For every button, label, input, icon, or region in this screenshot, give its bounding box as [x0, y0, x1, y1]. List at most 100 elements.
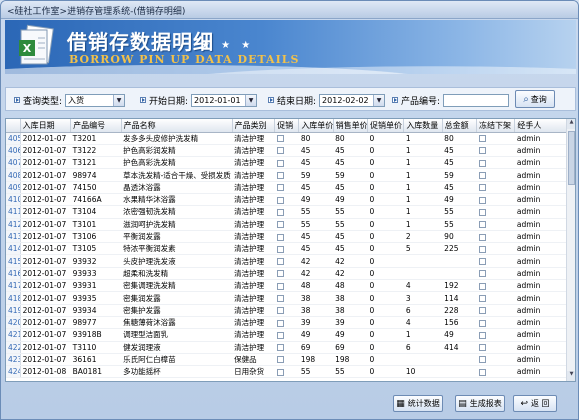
checkbox[interactable]: [478, 307, 486, 315]
chevron-down-icon[interactable]: ▼: [373, 94, 385, 106]
table-row[interactable]: 4112012-01-07T3104浓密强韧洗发精清洁护理55550155adm…: [6, 205, 570, 219]
table-row[interactable]: 4102012-01-0774166A水果精华沐浴露清洁护理49490149ad…: [6, 193, 570, 207]
column-header[interactable]: 产品类别: [232, 119, 276, 133]
report-button[interactable]: ▤ 生成报表: [455, 395, 505, 412]
frozen-checkbox-cell[interactable]: [476, 353, 515, 367]
promo-checkbox-cell[interactable]: [274, 168, 299, 182]
frozen-checkbox-cell[interactable]: [476, 218, 515, 231]
promo-checkbox-cell[interactable]: [274, 353, 299, 367]
checkbox[interactable]: [276, 184, 284, 192]
checkbox[interactable]: [478, 282, 486, 290]
promo-checkbox-cell[interactable]: [274, 218, 299, 231]
scroll-thumb[interactable]: [568, 131, 575, 185]
checkbox[interactable]: [478, 319, 486, 327]
checkbox[interactable]: [276, 295, 284, 302]
checkbox[interactable]: [276, 319, 284, 327]
checkbox[interactable]: [276, 147, 284, 155]
checkbox[interactable]: [276, 270, 284, 278]
column-header[interactable]: 入库数量: [403, 119, 443, 133]
checkbox[interactable]: [478, 147, 486, 155]
scroll-down-icon[interactable]: ▼: [567, 371, 575, 381]
table-row[interactable]: 4192012-01-0793934密集护发露清洁护理383806228admi…: [6, 304, 570, 317]
checkbox[interactable]: [276, 233, 284, 241]
promo-checkbox-cell[interactable]: [274, 144, 299, 158]
table-row[interactable]: 4082012-01-0798974草本洗发精-适合干燥、受损发质清洁护理595…: [6, 168, 570, 182]
frozen-checkbox-cell[interactable]: [476, 230, 515, 244]
start-date-picker[interactable]: 2012-01-01 ▼: [191, 93, 258, 107]
frozen-checkbox-cell[interactable]: [476, 365, 515, 379]
frozen-checkbox-cell[interactable]: [476, 291, 515, 305]
checkbox[interactable]: [276, 208, 284, 216]
promo-checkbox-cell[interactable]: [274, 193, 299, 207]
table-row[interactable]: 4232012-01-0736161乐氏阿仁白樟苗保健品1981980admin: [6, 353, 570, 367]
table-row[interactable]: 4172012-01-0793931密集调理洗发精清洁护理484804192ad…: [6, 279, 570, 293]
chevron-down-icon[interactable]: ▼: [245, 94, 257, 106]
frozen-checkbox-cell[interactable]: [476, 156, 515, 170]
promo-checkbox-cell[interactable]: [274, 132, 299, 145]
checkbox[interactable]: [478, 135, 486, 143]
checkbox[interactable]: [478, 221, 486, 229]
column-header[interactable]: 产品编号: [70, 119, 122, 133]
checkbox[interactable]: [478, 344, 486, 352]
promo-checkbox-cell[interactable]: [274, 181, 299, 194]
vertical-scrollbar[interactable]: ▲ ▼: [566, 119, 575, 381]
column-header[interactable]: 冻结下架: [476, 119, 516, 133]
scroll-up-icon[interactable]: ▲: [567, 119, 575, 129]
checkbox[interactable]: [478, 258, 486, 266]
frozen-checkbox-cell[interactable]: [476, 168, 515, 182]
checkbox[interactable]: [478, 159, 486, 167]
checkbox[interactable]: [276, 331, 284, 339]
promo-checkbox-cell[interactable]: [274, 205, 299, 219]
column-header[interactable]: 促销单价: [367, 119, 405, 133]
row-selector-header[interactable]: [6, 119, 21, 133]
column-header[interactable]: 入库日期: [20, 119, 72, 133]
checkbox[interactable]: [478, 356, 486, 364]
back-button[interactable]: ↩ 返 回: [513, 395, 557, 412]
table-row[interactable]: 4212012-01-0793918B调理型洁面乳清洁护理49490149adm…: [6, 328, 570, 342]
end-date-picker[interactable]: 2012-02-02 ▼: [319, 93, 386, 107]
checkbox[interactable]: [478, 184, 486, 192]
table-row[interactable]: 4242012-01-08BA0181多功能摇杯日用杂货5555010admin: [6, 365, 570, 379]
checkbox[interactable]: [276, 196, 284, 204]
frozen-checkbox-cell[interactable]: [476, 328, 515, 342]
table-row[interactable]: 4182012-01-0793935密集润发露清洁护理383803114admi…: [6, 291, 570, 305]
frozen-checkbox-cell[interactable]: [476, 242, 515, 256]
column-header[interactable]: 入库单价: [298, 119, 334, 133]
checkbox[interactable]: [478, 331, 486, 339]
frozen-checkbox-cell[interactable]: [476, 205, 515, 219]
frozen-checkbox-cell[interactable]: [476, 267, 515, 281]
checkbox[interactable]: [478, 196, 486, 204]
table-row[interactable]: 4202012-01-0798977焦糖薄荷沐浴露清洁护理393904156ad…: [6, 316, 570, 330]
checkbox[interactable]: [276, 245, 284, 253]
table-row[interactable]: 4142012-01-07T3105特浓平衡润发素清洁护理454505225ad…: [6, 242, 570, 256]
product-code-input[interactable]: [443, 93, 510, 107]
frozen-checkbox-cell[interactable]: [476, 144, 515, 158]
promo-checkbox-cell[interactable]: [274, 316, 299, 330]
checkbox[interactable]: [478, 270, 486, 278]
promo-checkbox-cell[interactable]: [274, 328, 299, 342]
promo-checkbox-cell[interactable]: [274, 254, 299, 268]
stats-button[interactable]: ▦ 统计数据: [393, 395, 443, 412]
checkbox[interactable]: [478, 233, 486, 241]
checkbox[interactable]: [478, 245, 486, 253]
table-row[interactable]: 4092012-01-0774150晶透沐浴露清洁护理45450145admin: [6, 181, 570, 194]
column-header[interactable]: 总金额: [442, 119, 478, 133]
frozen-checkbox-cell[interactable]: [476, 279, 515, 293]
checkbox[interactable]: [276, 307, 284, 315]
frozen-checkbox-cell[interactable]: [476, 341, 515, 354]
table-row[interactable]: 4072012-01-07T3121护色高彩洗发精清洁护理45450145adm…: [6, 156, 570, 170]
column-header[interactable]: 销售单价: [333, 119, 368, 133]
promo-checkbox-cell[interactable]: [274, 230, 299, 244]
checkbox[interactable]: [276, 159, 284, 167]
frozen-checkbox-cell[interactable]: [476, 316, 515, 330]
checkbox[interactable]: [478, 208, 486, 216]
checkbox[interactable]: [276, 135, 284, 143]
checkbox[interactable]: [478, 295, 486, 302]
table-row[interactable]: 4162012-01-0793933超柔和洗发精清洁护理42420admin: [6, 267, 570, 281]
table-row[interactable]: 4132012-01-07T3106平衡润发露清洁护理45450290admin: [6, 230, 570, 244]
table-row[interactable]: 4052012-01-07T3201发多多头皮修护洗发精清洁护理80800180…: [6, 132, 570, 145]
promo-checkbox-cell[interactable]: [274, 291, 299, 305]
checkbox[interactable]: [276, 344, 284, 352]
promo-checkbox-cell[interactable]: [274, 242, 299, 256]
promo-checkbox-cell[interactable]: [274, 341, 299, 354]
